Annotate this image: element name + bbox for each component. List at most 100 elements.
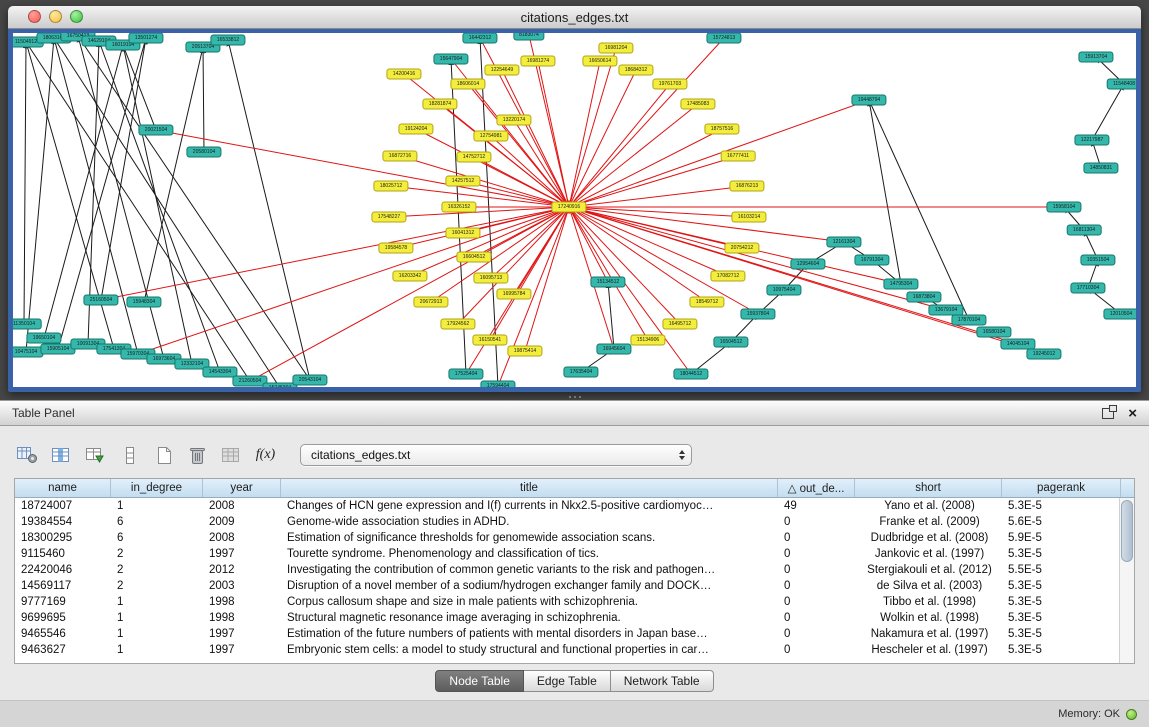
column-header-in_degree[interactable]: in_degree [111, 479, 203, 497]
column-header-pagerank[interactable]: pagerank [1002, 479, 1121, 497]
window-close-button[interactable] [28, 10, 41, 23]
close-panel-icon[interactable]: × [1128, 406, 1137, 421]
window-minimize-button[interactable] [49, 10, 62, 23]
graph-node[interactable]: 19584578 [378, 243, 413, 254]
graph-node[interactable]: 17485083 [680, 99, 715, 110]
graph-node[interactable]: 17082712 [710, 271, 745, 282]
float-panel-icon[interactable] [1102, 408, 1114, 419]
graph-node[interactable]: 15958104 [1046, 202, 1081, 213]
column-header-year[interactable]: year [203, 479, 281, 497]
table-row[interactable]: 1938455462009Genome-wide association stu… [15, 514, 1134, 530]
graph-node[interactable]: 13501274 [128, 33, 163, 44]
graph-node[interactable]: 16326152 [441, 202, 476, 213]
table-row[interactable]: 969969511998Structural magnetic resonanc… [15, 610, 1134, 626]
graph-node[interactable]: 10351504 [1080, 255, 1115, 266]
graph-node[interactable]: 10975404 [766, 285, 801, 296]
graph-node[interactable]: 25160504 [83, 295, 118, 306]
graph-node[interactable]: 17924562 [440, 319, 475, 330]
graph-node[interactable]: 18757516 [704, 124, 739, 135]
graph-node[interactable]: 15724813 [706, 33, 741, 44]
graph-node[interactable]: 20543104 [292, 375, 327, 386]
graph-node[interactable]: 16580104 [976, 327, 1011, 338]
graph-node[interactable]: 8183074 [513, 33, 544, 41]
table-source-select[interactable]: citations_edges.txt [300, 444, 692, 466]
function-builder-button[interactable]: f(x) [252, 442, 279, 468]
table-row[interactable]: 946362711997Embryonic stem cells: a mode… [15, 642, 1134, 658]
graph-node[interactable]: 19245012 [1026, 349, 1061, 360]
window-titlebar[interactable]: citations_edges.txt [8, 6, 1141, 29]
graph-node[interactable]: 16981274 [520, 56, 555, 67]
graph-node[interactable]: 11350104 [13, 319, 41, 330]
graph-node[interactable]: 18549712 [689, 297, 724, 308]
graph-node[interactable]: 19448794 [851, 95, 886, 106]
graph-node[interactable]: 16873804 [906, 292, 941, 303]
graph-node[interactable]: 17710304 [1070, 283, 1105, 294]
graph-node[interactable]: 19650104 [26, 333, 61, 344]
table-row[interactable]: 1456911722003Disruption of a novel membe… [15, 578, 1134, 594]
table-row[interactable]: 1872400712008Changes of HCN gene express… [15, 498, 1134, 514]
graph-node[interactable]: 16095713 [473, 273, 508, 284]
graph-node[interactable]: 14850831 [1083, 163, 1118, 174]
graph-node[interactable]: 16650614 [582, 56, 617, 67]
graph-node[interactable]: 15134512 [590, 277, 625, 288]
column-header-short[interactable]: short [855, 479, 1002, 497]
graph-node[interactable]: 15134906 [630, 335, 665, 346]
table-row[interactable]: 1830029562008Estimation of significance … [15, 530, 1134, 546]
graph-node[interactable]: 17870104 [951, 315, 986, 326]
window-zoom-button[interactable] [70, 10, 83, 23]
table-row[interactable]: 2242004622012Investigating the contribut… [15, 562, 1134, 578]
graph-node[interactable]: 16041312 [445, 228, 480, 239]
graph-node[interactable]: 18606014 [450, 79, 485, 90]
graph-node[interactable]: 20021504 [138, 125, 173, 136]
show-columns-button[interactable] [48, 442, 75, 468]
column-header-title[interactable]: title [281, 479, 778, 497]
graph-node[interactable]: 16150541 [472, 335, 507, 346]
graph-node[interactable]: 12254649 [484, 65, 519, 76]
graph-node[interactable]: 16981204 [598, 43, 633, 54]
graph-node[interactable]: 16945604 [596, 344, 631, 355]
graph-node[interactable]: 16495712 [662, 319, 697, 330]
graph-node[interactable]: 19761703 [652, 79, 687, 90]
import-table-button[interactable] [82, 442, 109, 468]
graph-node[interactable]: 12754981 [473, 131, 508, 142]
graph-node[interactable]: 16504512 [713, 337, 748, 348]
graph-node[interactable]: 16777411 [721, 151, 756, 162]
graph-node[interactable]: 12954604 [790, 259, 825, 270]
graph-node[interactable]: 17594404 [480, 381, 515, 388]
tab-edge-table[interactable]: Edge Table [524, 670, 611, 692]
tab-network-table[interactable]: Network Table [611, 670, 714, 692]
graph-node[interactable]: 14752712 [456, 152, 491, 163]
graph-node[interactable]: 16533812 [210, 35, 245, 46]
graph-node[interactable]: 16811304 [1067, 225, 1102, 236]
split-handle[interactable] [566, 394, 584, 399]
graph-node[interactable]: 12217987 [1074, 135, 1109, 146]
graph-node[interactable]: 13220174 [496, 115, 531, 126]
graph-node[interactable]: 14795304 [883, 279, 918, 290]
graph-node[interactable]: 15937804 [740, 309, 775, 320]
create-column-button[interactable] [150, 442, 177, 468]
graph-node[interactable]: 15913704 [1078, 52, 1113, 63]
graph-node[interactable]: 15948304 [126, 297, 161, 308]
vertical-scrollbar[interactable] [1119, 498, 1134, 663]
graph-node[interactable]: 17525404 [448, 369, 483, 380]
graph-node[interactable]: 16995784 [496, 289, 531, 300]
table-row[interactable]: 977716911998Corpus callosum shape and si… [15, 594, 1134, 610]
graph-node[interactable]: 18281874 [422, 99, 457, 110]
graph-node[interactable]: 10475104 [13, 347, 44, 358]
graph-node[interactable]: 17635404 [563, 367, 598, 378]
table-row[interactable]: 946554611997Estimation of the future num… [15, 626, 1134, 642]
graph-node[interactable]: 16203342 [392, 271, 427, 282]
graph-node[interactable]: 20672913 [413, 297, 448, 308]
column-header-out_de[interactable]: △ out_de... [778, 479, 855, 497]
graph-node[interactable]: 18684312 [618, 65, 653, 76]
graph-node[interactable]: 20754212 [724, 243, 759, 254]
graph-node[interactable]: 16604512 [456, 252, 491, 263]
graph-node[interactable]: 16876213 [729, 181, 764, 192]
graph-node[interactable]: 14257512 [445, 176, 480, 187]
rename-column-button[interactable] [218, 442, 245, 468]
graph-node[interactable]: 16442312 [462, 33, 497, 44]
network-canvas[interactable]: 1724091616981274122546491860601418281874… [13, 33, 1136, 387]
column-header-name[interactable]: name [15, 479, 111, 497]
table-options-button[interactable] [14, 442, 41, 468]
graph-node[interactable]: 15647904 [433, 54, 468, 65]
